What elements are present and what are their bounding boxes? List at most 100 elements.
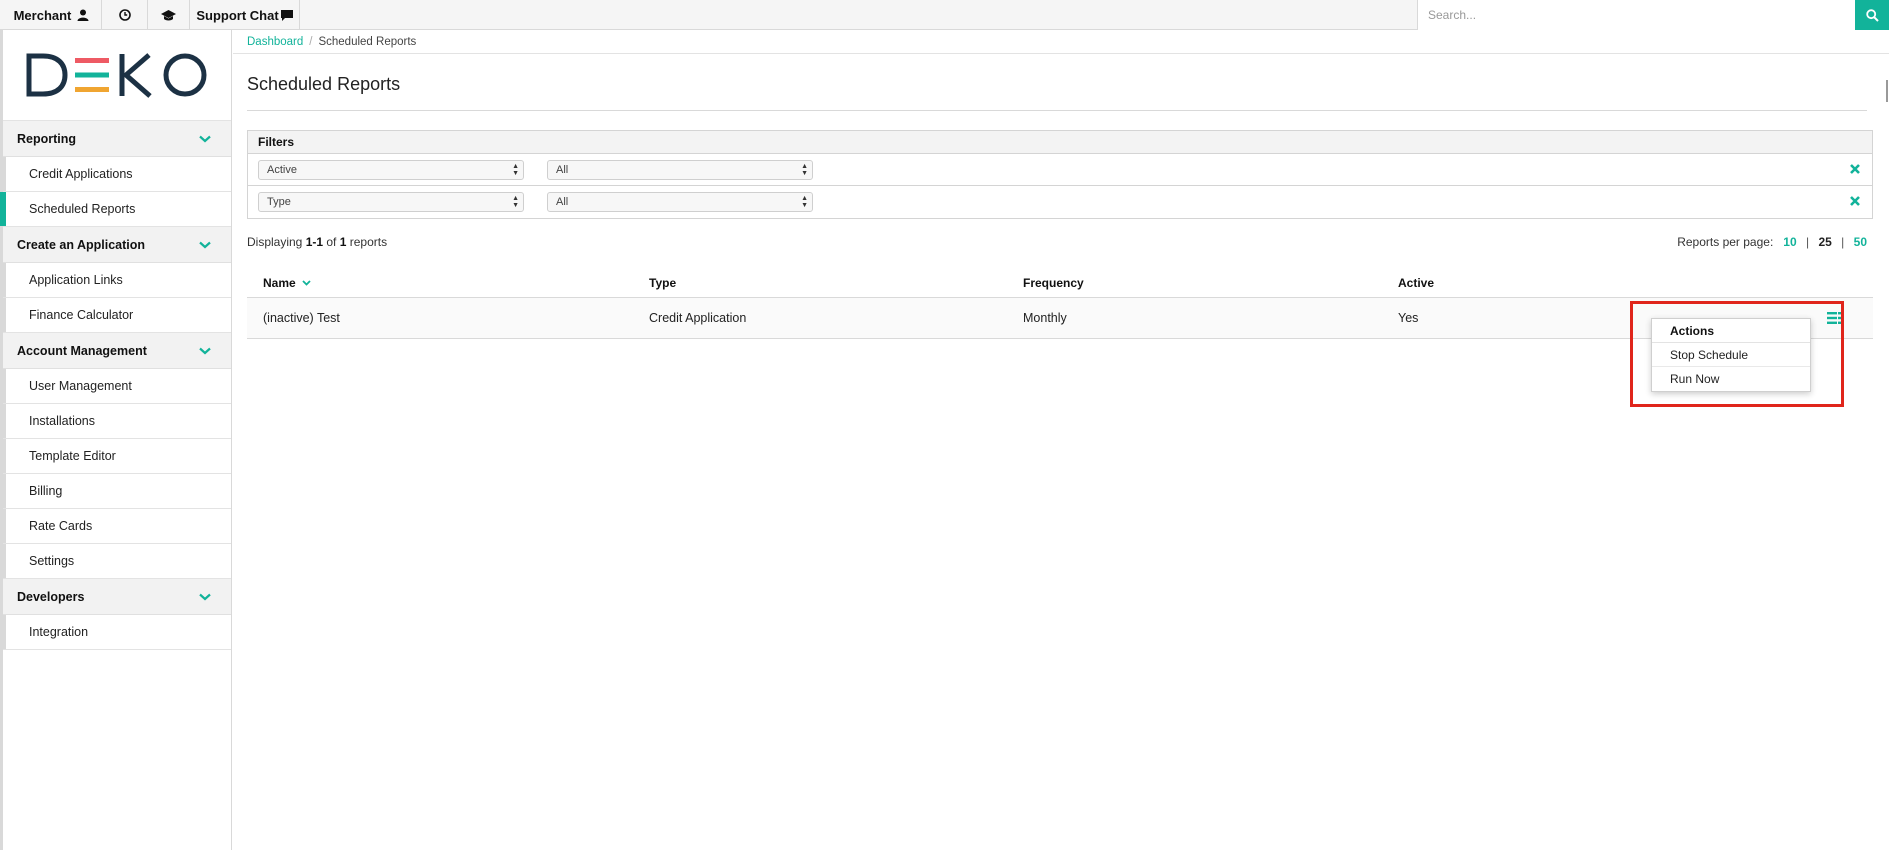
sidebar-item-label: Finance Calculator [29, 308, 134, 322]
merchant-label: Merchant [13, 7, 72, 23]
sidebar-section-reporting[interactable]: Reporting [3, 121, 231, 157]
filter-field-value: Type [267, 196, 291, 208]
chevron-down-icon [199, 135, 211, 142]
search-button[interactable] [1855, 0, 1889, 30]
per-page-separator: | [1806, 235, 1810, 249]
sidebar-section-label: Account Management [17, 343, 147, 358]
filter-field-select[interactable]: Active ▲ ▼ [258, 160, 524, 180]
cell-frequency: Monthly [1023, 311, 1067, 325]
select-arrows-icon: ▲ ▼ [801, 163, 808, 177]
select-arrows-icon: ▲ ▼ [512, 163, 519, 177]
cell-name: (inactive) Test [263, 311, 340, 325]
chevron-down-icon [199, 593, 211, 600]
results-suffix: reports [346, 235, 388, 249]
per-page-selector: Reports per page: 10 | 25 | 50 [1677, 235, 1867, 249]
sidebar-item-template-editor[interactable]: Template Editor [0, 439, 231, 474]
sidebar-section-account-management[interactable]: Account Management [3, 333, 231, 369]
results-of: of [323, 235, 340, 249]
chat-icon [280, 9, 293, 21]
select-arrows-icon: ▲ ▼ [801, 195, 808, 209]
sidebar-item-label: User Management [29, 379, 132, 393]
sidebar-item-credit-applications[interactable]: Credit Applications [0, 157, 231, 192]
highlight-annotation [1630, 301, 1844, 407]
filter-field-select[interactable]: Type ▲ ▼ [258, 192, 524, 212]
per-page-option-50[interactable]: 50 [1854, 235, 1867, 249]
search-field[interactable] [1417, 0, 1855, 30]
breadcrumb-separator: / [309, 35, 313, 48]
filter-value-select[interactable]: All ▲ ▼ [547, 192, 813, 212]
table-header: Name Type Frequency Active [247, 268, 1873, 298]
filters-title: Filters [248, 131, 1872, 154]
sidebar-item-label: Credit Applications [29, 167, 133, 181]
per-page-option-25[interactable]: 25 [1818, 235, 1831, 249]
sidebar-item-billing[interactable]: Billing [0, 474, 231, 509]
sidebar-item-label: Application Links [29, 273, 123, 287]
results-summary: Displaying 1-1 of 1 reports [247, 235, 387, 249]
sidebar-item-integration[interactable]: Integration [0, 615, 231, 650]
sidebar-item-label: Template Editor [29, 449, 116, 463]
sort-down-icon [302, 279, 311, 286]
column-header-active[interactable]: Active [1398, 268, 1434, 297]
filter-row-active: Active ▲ ▼ All ▲ ▼ [248, 154, 1872, 186]
column-header-label: Name [263, 275, 296, 290]
sidebar-item-finance-calculator[interactable]: Finance Calculator [0, 298, 231, 333]
sidebar-item-application-links[interactable]: Application Links [0, 263, 231, 298]
sidebar-item-label: Rate Cards [29, 519, 93, 533]
clock-icon [118, 9, 131, 21]
logo[interactable] [3, 30, 231, 121]
filter-value-select[interactable]: All ▲ ▼ [547, 160, 813, 180]
deko-logo [26, 53, 207, 98]
sidebar-item-label: Billing [29, 484, 63, 498]
sidebar-section-label: Create an Application [17, 237, 146, 252]
page-title: Scheduled Reports [247, 74, 401, 94]
results-range: 1-1 [305, 235, 324, 249]
results-prefix: Displaying [247, 235, 306, 249]
sidebar-item-scheduled-reports[interactable]: Scheduled Reports [0, 192, 231, 227]
sidebar-item-label: Installations [29, 414, 96, 428]
graduation-cap-icon [161, 9, 176, 20]
filter-value-value: All [556, 164, 569, 176]
breadcrumb-dashboard-link[interactable]: Dashboard [247, 36, 303, 48]
cell-type: Credit Application [649, 311, 747, 325]
sidebar-item-label: Scheduled Reports [29, 202, 136, 216]
sidebar-item-label: Integration [29, 625, 89, 639]
close-icon[interactable] [1848, 162, 1862, 176]
merchant-menu[interactable]: Merchant [0, 0, 102, 30]
breadcrumb-current: Scheduled Reports [318, 35, 417, 48]
breadcrumb: Dashboard / Scheduled Reports [233, 30, 1889, 54]
cell-active: Yes [1398, 311, 1419, 325]
sidebar-section-label: Developers [17, 589, 85, 604]
column-header-frequency[interactable]: Frequency [1023, 268, 1084, 297]
filter-field-value: Active [267, 164, 297, 176]
search-icon [1865, 8, 1879, 22]
main-content: Dashboard / Scheduled Reports Scheduled … [233, 30, 1889, 850]
close-icon[interactable] [1848, 194, 1862, 208]
sidebar-item-user-management[interactable]: User Management [0, 369, 231, 404]
support-chat-button[interactable]: Support Chat [190, 0, 300, 30]
per-page-label: Reports per page: [1677, 235, 1774, 249]
column-header-name[interactable]: Name [263, 268, 311, 297]
sidebar-item-settings[interactable]: Settings [0, 544, 231, 579]
training-button[interactable] [148, 0, 190, 30]
user-icon [77, 9, 89, 21]
filters-panel: Filters Active ▲ ▼ All ▲ ▼ Type ▲ ▼ All ▲ ▼ [247, 130, 1873, 219]
chevron-down-icon [199, 347, 211, 354]
sidebar-section-create-application[interactable]: Create an Application [3, 227, 231, 263]
sidebar-section-developers[interactable]: Developers [3, 579, 231, 615]
per-page-separator: | [1841, 235, 1845, 249]
sidebar-item-label: Settings [29, 554, 75, 568]
select-arrows-icon: ▲ ▼ [512, 195, 519, 209]
support-chat-label: Support Chat [196, 7, 279, 23]
filter-value-value: All [556, 196, 569, 208]
sidebar-item-rate-cards[interactable]: Rate Cards [0, 509, 231, 544]
top-bar: Merchant Support Chat [0, 0, 1889, 30]
history-button[interactable] [102, 0, 148, 30]
per-page-option-10[interactable]: 10 [1783, 235, 1796, 249]
search-input[interactable] [1418, 0, 1855, 30]
divider [247, 110, 1867, 111]
scrollbar[interactable] [1886, 80, 1888, 102]
chevron-down-icon [199, 241, 211, 248]
sidebar-section-label: Reporting [17, 131, 77, 146]
sidebar-item-installations[interactable]: Installations [0, 404, 231, 439]
column-header-type[interactable]: Type [649, 268, 676, 297]
